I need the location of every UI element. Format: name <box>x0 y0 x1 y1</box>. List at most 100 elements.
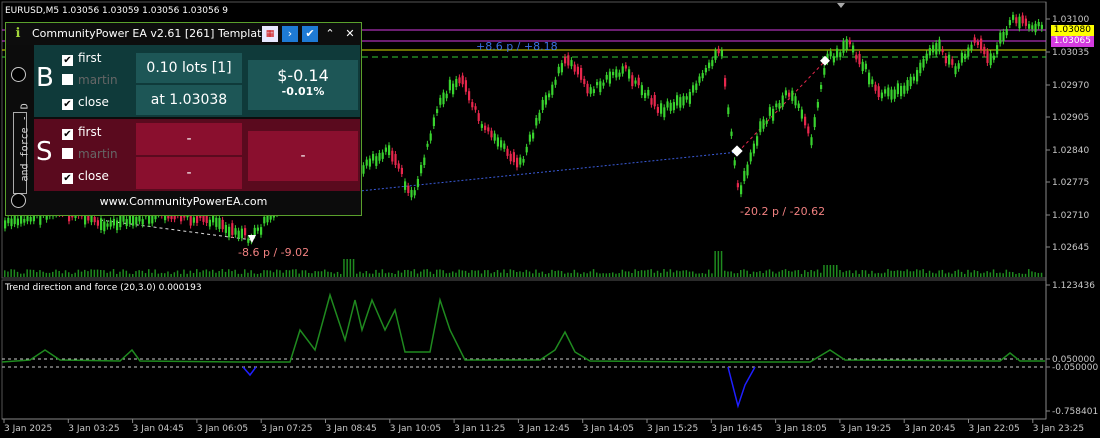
buy-checkbox-martin[interactable]: martin <box>62 73 118 87</box>
volume-bar <box>96 269 99 277</box>
volume-bar <box>416 273 419 277</box>
candle-body <box>788 92 791 97</box>
time-tick-label: 3 Jan 03:25 <box>68 424 119 434</box>
candle-body <box>372 154 375 161</box>
candle-body <box>416 178 419 188</box>
volume-bar <box>960 271 963 277</box>
buy-lots-button[interactable]: 0.10 lots [1] <box>136 53 242 83</box>
volume-bar <box>599 273 601 277</box>
volume-bar <box>410 271 412 277</box>
buy-checkbox-close[interactable]: ✔ close <box>62 95 109 110</box>
volume-bar <box>413 269 416 277</box>
close-icon[interactable]: ✕ <box>342 26 358 42</box>
volume-bar <box>551 269 553 277</box>
volume-bar <box>212 269 214 277</box>
volume-bar <box>621 269 624 277</box>
website-link[interactable]: www.CommunityPowerEA.com <box>6 195 361 208</box>
checkbox-label: martin <box>78 147 118 161</box>
checkbox-checked-icon[interactable]: ✔ <box>62 55 73 66</box>
calendar-icon[interactable]: ▦ <box>262 26 278 42</box>
trade-marker-icon <box>731 145 743 157</box>
volume-bar <box>528 271 531 277</box>
candle-body <box>887 87 890 97</box>
candle-body <box>941 49 944 53</box>
buy-pnl-button[interactable]: $-0.14 -0.01% <box>248 60 358 110</box>
sell-price-button[interactable]: - <box>136 157 242 189</box>
volume-bar <box>618 273 620 277</box>
volume-bar <box>922 269 924 277</box>
price-tick-label: 1.02645 <box>1052 243 1089 253</box>
candle-body <box>592 89 595 94</box>
sell-checkbox-close[interactable]: ✔ close <box>62 169 109 184</box>
ea-title-bar[interactable]: ℹ CommunityPower EA v2.61 [261] Template… <box>6 23 361 45</box>
candle-body <box>256 227 259 231</box>
volume-bar <box>343 259 345 277</box>
volume-bar <box>973 270 976 277</box>
volume-bar <box>336 271 339 277</box>
price-tick-label: 1.02840 <box>1052 146 1089 156</box>
side-tab[interactable]: and force - D <box>6 45 32 215</box>
volume-bar <box>871 270 873 277</box>
volume-bar <box>340 273 342 277</box>
candle-body <box>423 157 426 165</box>
candle-body <box>848 40 851 45</box>
candle-body <box>4 220 7 229</box>
sell-pnl-button[interactable]: - <box>248 131 358 181</box>
checkmark-icon[interactable]: ✔ <box>302 26 318 42</box>
sell-checkbox-first[interactable]: ✔ first <box>62 125 101 140</box>
candle-body <box>103 221 106 232</box>
candle-body <box>877 86 880 98</box>
volume-bar <box>756 272 758 277</box>
volume-bar <box>893 270 896 277</box>
candle-body <box>973 37 976 43</box>
sell-lots-button[interactable]: - <box>136 123 242 155</box>
candle-body <box>1005 29 1008 36</box>
candle-body <box>432 117 435 127</box>
volume-bar <box>800 273 803 277</box>
candle-body <box>573 64 576 72</box>
checkbox-checked-icon[interactable]: ✔ <box>62 99 73 110</box>
checkbox-checked-icon[interactable]: ✔ <box>62 129 73 140</box>
candle-body <box>912 76 915 81</box>
volume-bar <box>173 272 176 277</box>
volume-bar <box>23 273 25 277</box>
candle-body <box>557 66 560 74</box>
candle-body <box>368 158 371 167</box>
volume-bar <box>71 273 73 277</box>
candle-body <box>135 217 138 225</box>
candle-body <box>231 223 234 235</box>
checkbox-checked-icon[interactable]: ✔ <box>62 173 73 184</box>
volume-bar <box>452 271 454 277</box>
volume-bar <box>397 270 400 277</box>
checkbox-unchecked-icon[interactable] <box>62 148 73 159</box>
candle-body <box>871 79 874 85</box>
collapse-icon[interactable]: ⌃ <box>322 26 338 42</box>
volume-bar <box>77 269 80 277</box>
candle-body <box>711 60 714 67</box>
buy-checkbox-first[interactable]: ✔ first <box>62 51 101 66</box>
next-arrow-icon[interactable]: › <box>282 26 298 42</box>
sell-checkbox-martin[interactable]: martin <box>62 147 118 161</box>
volume-bar <box>765 270 768 277</box>
candle-body <box>829 51 832 57</box>
candle-body <box>730 131 733 136</box>
checkbox-unchecked-icon[interactable] <box>62 74 73 85</box>
ea-panel[interactable]: ℹ CommunityPower EA v2.61 [261] Template… <box>5 22 362 216</box>
candle-body <box>644 92 647 98</box>
candle-body <box>791 90 794 101</box>
candle-body <box>141 219 144 225</box>
candle-body <box>775 103 778 108</box>
volume-bar <box>925 273 928 277</box>
volume-bar <box>951 273 953 277</box>
volume-bar <box>132 273 134 277</box>
volume-bar <box>263 270 265 277</box>
candle-body <box>890 89 893 100</box>
candle-body <box>93 217 96 223</box>
volume-bar <box>48 272 51 277</box>
volume-bar <box>1021 273 1024 277</box>
buy-price-button[interactable]: at 1.03038 <box>136 85 242 115</box>
candle-body <box>1012 14 1015 20</box>
candle-body <box>874 84 877 91</box>
candle-body <box>951 59 954 65</box>
volume-bar <box>4 270 6 277</box>
